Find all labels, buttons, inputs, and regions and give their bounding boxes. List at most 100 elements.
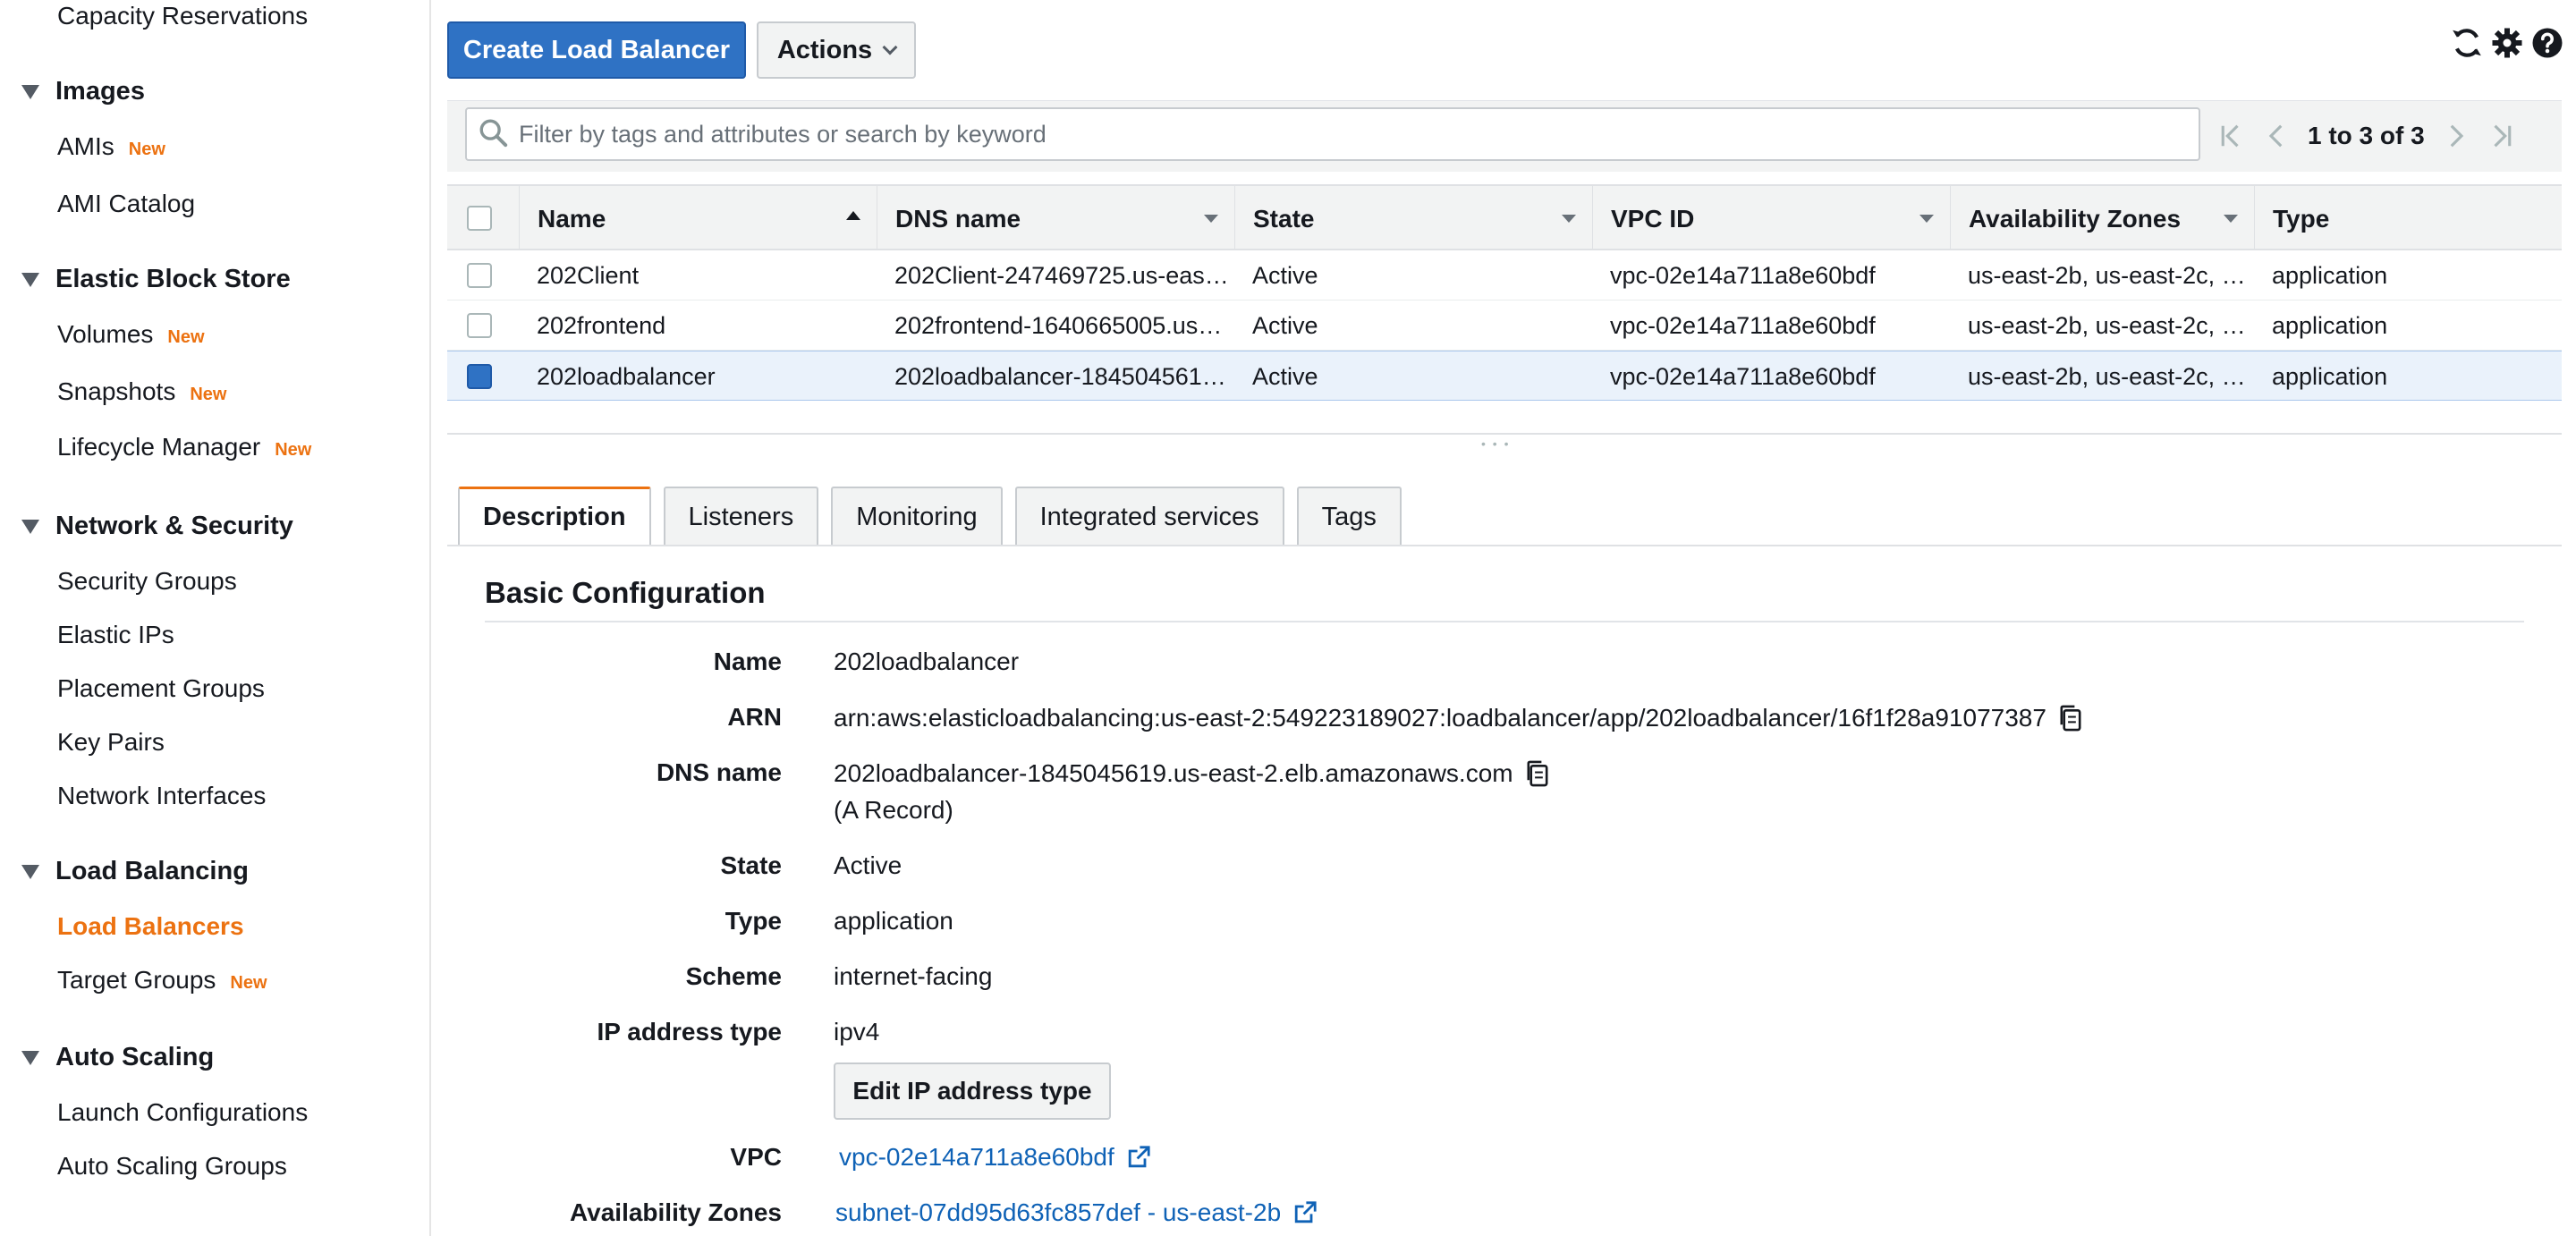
edit-ip-address-type-button[interactable]: Edit IP address type bbox=[834, 1062, 1111, 1120]
sidebar-item-load-balancers[interactable]: Load Balancers bbox=[57, 912, 244, 941]
cell-name: 202loadbalancer bbox=[537, 362, 716, 390]
cell-name: 202Client bbox=[537, 261, 640, 289]
sidebar-section-load-balancing[interactable]: Load Balancing bbox=[21, 857, 249, 886]
sidebar-section-auto-scaling[interactable]: Auto Scaling bbox=[21, 1043, 214, 1072]
sidebar-item-placement-groups[interactable]: Placement Groups bbox=[57, 674, 265, 703]
sidebar-section-images[interactable]: Images bbox=[21, 77, 145, 106]
detail-label-ip-address-type: IP address type bbox=[597, 1018, 782, 1046]
row-checkbox-checked[interactable] bbox=[467, 364, 492, 389]
detail-value-name: 202loadbalancer bbox=[834, 648, 1019, 676]
search-input[interactable] bbox=[519, 120, 2182, 148]
column-header-dns-name[interactable]: DNS name bbox=[877, 186, 1234, 252]
sidebar-item-elastic-ips[interactable]: Elastic IPs bbox=[57, 621, 174, 649]
cell-availability-zones: us-east-2b, us-east-2c, … bbox=[1968, 311, 2245, 339]
last-page-icon[interactable] bbox=[2489, 120, 2514, 152]
sidebar-item-auto-scaling-groups[interactable]: Auto Scaling Groups bbox=[57, 1152, 287, 1181]
tab-divider bbox=[447, 545, 2562, 546]
sidebar-item-label: Security Groups bbox=[57, 567, 237, 595]
cell-dns-name: 202loadbalancer-184504561… bbox=[894, 362, 1225, 390]
sidebar-item-capacity-reservations[interactable]: Capacity Reservations bbox=[57, 2, 308, 30]
cell-state: Active bbox=[1252, 311, 1318, 339]
row-checkbox[interactable] bbox=[467, 263, 492, 288]
detail-value-dns-record-type: (A Record) bbox=[834, 796, 953, 825]
sidebar-item-label: AMI Catalog bbox=[57, 190, 196, 217]
tab-listeners[interactable]: Listeners bbox=[663, 487, 819, 546]
column-header-label: DNS name bbox=[895, 205, 1021, 233]
cell-dns-name: 202frontend-1640665005.us… bbox=[894, 311, 1223, 339]
gear-icon[interactable] bbox=[2489, 25, 2524, 61]
load-balancers-table: Name DNS name State VPC ID Availability … bbox=[447, 184, 2562, 401]
value-text: Active bbox=[834, 851, 902, 879]
copy-icon[interactable] bbox=[1524, 758, 1551, 789]
previous-page-icon[interactable] bbox=[2263, 120, 2288, 152]
sidebar-item-label: Launch Configurations bbox=[57, 1098, 309, 1126]
sidebar-section-label: Network & Security bbox=[55, 512, 293, 540]
select-all-checkbox[interactable] bbox=[467, 206, 492, 231]
sidebar-item-launch-configurations[interactable]: Launch Configurations bbox=[57, 1098, 308, 1127]
tab-description[interactable]: Description bbox=[458, 487, 651, 546]
tab-tags[interactable]: Tags bbox=[1296, 487, 1402, 546]
value-text: internet-facing bbox=[834, 962, 993, 990]
next-page-icon[interactable] bbox=[2445, 120, 2470, 152]
actions-dropdown-button[interactable]: Actions bbox=[757, 21, 916, 79]
detail-label-scheme: Scheme bbox=[685, 962, 782, 990]
first-page-icon[interactable] bbox=[2218, 120, 2243, 152]
search-box[interactable] bbox=[465, 107, 2200, 161]
sidebar-item-volumes[interactable]: Volumes New bbox=[57, 320, 205, 349]
value-text: 202loadbalancer-1845045619.us-east-2.elb… bbox=[834, 759, 1513, 787]
detail-value-type: application bbox=[834, 907, 953, 935]
toolbar-icons bbox=[2449, 21, 2565, 64]
sidebar-item-key-pairs[interactable]: Key Pairs bbox=[57, 728, 165, 757]
column-header-type[interactable]: Type bbox=[2254, 186, 2562, 252]
copy-icon[interactable] bbox=[2057, 703, 2084, 733]
table-row-selected[interactable]: 202loadbalancer 202loadbalancer-18450456… bbox=[447, 351, 2562, 401]
panel-resize-handle[interactable]: • • • bbox=[447, 433, 2562, 451]
column-header-state[interactable]: State bbox=[1234, 186, 1592, 252]
table-row[interactable]: 202Client 202Client-247469725.us-eas… Ac… bbox=[447, 250, 2562, 301]
sidebar-item-label: Volumes bbox=[57, 320, 154, 348]
sidebar-section-ebs[interactable]: Elastic Block Store bbox=[21, 265, 291, 294]
help-icon[interactable] bbox=[2530, 25, 2565, 61]
sidebar-item-label: Target Groups bbox=[57, 966, 216, 994]
sidebar-section-network-security[interactable]: Network & Security bbox=[21, 512, 293, 541]
sidebar-item-label: Key Pairs bbox=[57, 728, 165, 756]
cell-availability-zones: us-east-2b, us-east-2c, … bbox=[1968, 261, 2245, 289]
tab-monitoring[interactable]: Monitoring bbox=[831, 487, 1003, 546]
column-header-name[interactable]: Name bbox=[519, 186, 877, 252]
column-header-availability-zones[interactable]: Availability Zones bbox=[1950, 186, 2254, 252]
sidebar-item-target-groups[interactable]: Target Groups New bbox=[57, 966, 267, 995]
detail-value-arn: arn:aws:elasticloadbalancing:us-east-2:5… bbox=[834, 703, 2084, 733]
cell-dns-name: 202Client-247469725.us-eas… bbox=[894, 261, 1225, 289]
sidebar-item-security-groups[interactable]: Security Groups bbox=[57, 567, 237, 596]
create-load-balancer-button[interactable]: Create Load Balancer bbox=[447, 21, 746, 79]
value-text: arn:aws:elasticloadbalancing:us-east-2:5… bbox=[834, 704, 2046, 732]
actions-label: Actions bbox=[776, 35, 873, 64]
new-badge: New bbox=[167, 327, 205, 347]
column-header-vpc-id[interactable]: VPC ID bbox=[1592, 186, 1950, 252]
sidebar-item-amis[interactable]: AMIs New bbox=[57, 132, 165, 161]
sidebar-section-label: Elastic Block Store bbox=[55, 265, 291, 293]
collapse-triangle-icon bbox=[21, 864, 39, 879]
sidebar-item-ami-catalog[interactable]: AMI Catalog bbox=[57, 190, 195, 218]
detail-label-vpc: VPC bbox=[730, 1143, 782, 1171]
refresh-icon[interactable] bbox=[2449, 25, 2484, 61]
section-title: Basic Configuration bbox=[485, 576, 766, 609]
availability-zone-subnet-link[interactable]: subnet-07dd95d63fc857def - us-east-2b bbox=[835, 1198, 1318, 1227]
external-link-icon bbox=[1125, 1144, 1152, 1171]
value-text: ipv4 bbox=[834, 1018, 880, 1046]
sidebar-item-label: Elastic IPs bbox=[57, 621, 174, 648]
table-row[interactable]: 202frontend 202frontend-1640665005.us… A… bbox=[447, 301, 2562, 351]
row-checkbox[interactable] bbox=[467, 313, 492, 338]
sort-icon bbox=[1562, 215, 1576, 223]
new-badge: New bbox=[275, 440, 312, 460]
new-badge: New bbox=[230, 973, 267, 993]
tab-integrated-services[interactable]: Integrated services bbox=[1014, 487, 1284, 546]
sidebar-item-lifecycle-manager[interactable]: Lifecycle Manager New bbox=[57, 433, 311, 461]
column-header-label: Name bbox=[538, 205, 606, 233]
cell-type: application bbox=[2272, 261, 2388, 289]
vpc-link[interactable]: vpc-02e14a711a8e60bdf bbox=[839, 1143, 1152, 1172]
sidebar-item-network-interfaces[interactable]: Network Interfaces bbox=[57, 782, 266, 810]
sidebar-item-snapshots[interactable]: Snapshots New bbox=[57, 377, 226, 406]
sidebar-item-label: AMIs bbox=[57, 132, 114, 160]
value-text: 202loadbalancer bbox=[834, 648, 1020, 675]
